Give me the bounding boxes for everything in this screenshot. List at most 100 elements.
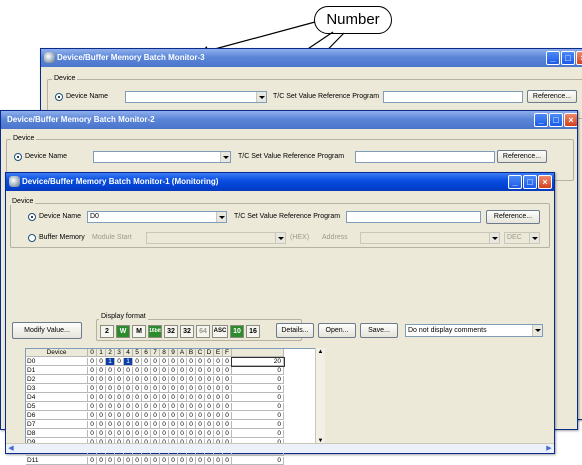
- bit-cell: 0: [187, 412, 196, 420]
- row-device-cell: D8: [26, 430, 88, 438]
- minimize-button[interactable]: _: [534, 113, 548, 127]
- title-bar[interactable]: Device/Buffer Memory Batch Monitor-3 _ □…: [41, 49, 582, 67]
- bit-cell: 0: [205, 412, 214, 420]
- close-button[interactable]: ×: [538, 175, 552, 189]
- minimize-button[interactable]: _: [508, 175, 522, 189]
- tc-program-field[interactable]: [383, 91, 523, 103]
- modify-value-button[interactable]: Modify Value...: [12, 322, 82, 339]
- fmt-word-button[interactable]: W: [116, 325, 130, 338]
- dropdown-arrow-icon[interactable]: [216, 212, 226, 222]
- buffer-memory-radio[interactable]: [28, 234, 36, 242]
- bit-cell: 0: [142, 394, 151, 402]
- tc-label: T/C Set Value Reference Program: [273, 93, 380, 100]
- device-name-input[interactable]: D0: [87, 211, 227, 223]
- dropdown-arrow-icon[interactable]: [275, 233, 285, 243]
- reference-button[interactable]: Reference...: [527, 90, 577, 103]
- window-horizontal-scrollbar[interactable]: ◀ ▶: [6, 443, 554, 453]
- bit-cell: 0: [142, 457, 151, 465]
- row-value-cell: 0: [232, 394, 284, 402]
- minimize-button[interactable]: _: [546, 51, 560, 65]
- fmt-multibit-button[interactable]: M: [132, 325, 146, 338]
- row-device-cell: D3: [26, 385, 88, 393]
- device-name-input[interactable]: [125, 91, 267, 103]
- bit-cell: 0: [88, 385, 97, 393]
- bit-cell: 0: [115, 412, 124, 420]
- bit-cell: 0: [151, 385, 160, 393]
- fmt-32bit-button[interactable]: 32: [164, 325, 178, 338]
- radix-select[interactable]: DEC: [504, 232, 540, 244]
- bit-cell: 0: [187, 394, 196, 402]
- row-value-cell: 0: [232, 430, 284, 438]
- fmt-32bit-float-button[interactable]: 32: [180, 325, 194, 338]
- module-start-input[interactable]: [146, 232, 286, 244]
- bit-cell: 0: [223, 367, 232, 375]
- bit-cell: 0: [160, 457, 169, 465]
- bit-cell: 0: [160, 358, 169, 366]
- close-button[interactable]: ×: [564, 113, 577, 127]
- device-grid: Device 0 1 2 3 4 5 6 7 8 9 A B C D E F D0 0 0 1 0 1 0 0 0 0 0 0 0 0 0 0 0…: [25, 348, 325, 465]
- bit-cell: 0: [88, 421, 97, 429]
- bit-cell: 0: [214, 358, 223, 366]
- tc-program-field[interactable]: [355, 151, 495, 163]
- comment-display-select[interactable]: Do not display comments: [405, 324, 543, 337]
- row-value-cell: 0: [232, 376, 284, 384]
- maximize-button[interactable]: □: [523, 175, 537, 189]
- fmt-64bit-button[interactable]: 64: [196, 325, 210, 338]
- fmt-decimal-button[interactable]: 10: [230, 325, 244, 338]
- close-button[interactable]: ×: [576, 51, 582, 65]
- bit-cell: 0: [214, 403, 223, 411]
- fmt-hex-button[interactable]: 16: [246, 325, 260, 338]
- dropdown-arrow-icon[interactable]: [256, 92, 266, 102]
- scroll-left-icon[interactable]: ◀: [6, 444, 16, 454]
- scroll-up-icon[interactable]: ▲: [316, 348, 325, 357]
- save-button[interactable]: Save...: [360, 323, 398, 338]
- bit-cell: 0: [124, 412, 133, 420]
- bit-cell: 0: [223, 457, 232, 465]
- bit-cell: 0: [88, 394, 97, 402]
- reference-button[interactable]: Reference...: [486, 210, 540, 224]
- bit-cell: 0: [223, 430, 232, 438]
- window-title: Device/Buffer Memory Batch Monitor-3: [57, 53, 205, 62]
- grid-vertical-scrollbar[interactable]: ▲ ▼: [315, 348, 325, 446]
- bit-cell: 0: [115, 358, 124, 366]
- bit-cell: 0: [169, 412, 178, 420]
- bit-cell: 0: [205, 358, 214, 366]
- reference-button[interactable]: Reference...: [497, 150, 547, 163]
- maximize-button[interactable]: □: [549, 113, 563, 127]
- fmt-binary-button[interactable]: 2: [100, 325, 114, 338]
- bit-cell: 0: [160, 403, 169, 411]
- fmt-ascii-button[interactable]: ASC: [212, 325, 228, 338]
- device-name-radio[interactable]: [28, 213, 36, 221]
- scroll-right-icon[interactable]: ▶: [544, 444, 554, 454]
- device-name-radio[interactable]: [14, 153, 22, 161]
- title-bar[interactable]: Device/Buffer Memory Batch Monitor-2 _ □…: [1, 111, 577, 129]
- group-label: Device: [10, 198, 36, 205]
- device-name-radio[interactable]: [55, 93, 63, 101]
- title-bar[interactable]: Device/Buffer Memory Batch Monitor-1 (Mo…: [6, 173, 554, 191]
- bit-cell: 0: [178, 358, 187, 366]
- bit-cell: 0: [88, 367, 97, 375]
- address-input[interactable]: [360, 232, 500, 244]
- column-header-bit: B: [187, 349, 196, 357]
- bit-cell: 0: [178, 403, 187, 411]
- details-button[interactable]: Details...: [276, 323, 314, 338]
- bit-cell: 0: [169, 376, 178, 384]
- fmt-16bit-button[interactable]: 16bit: [148, 325, 162, 338]
- bit-cell: 0: [205, 457, 214, 465]
- bit-cell: 0: [106, 412, 115, 420]
- dropdown-arrow-icon[interactable]: [532, 325, 542, 336]
- dropdown-arrow-icon[interactable]: [529, 233, 539, 243]
- bit-cell: 0: [160, 385, 169, 393]
- open-button[interactable]: Open...: [318, 323, 356, 338]
- maximize-button[interactable]: □: [561, 51, 575, 65]
- bit-cell: 0: [88, 457, 97, 465]
- dropdown-arrow-icon[interactable]: [220, 152, 230, 162]
- dropdown-arrow-icon[interactable]: [489, 233, 499, 243]
- bit-cell: 0: [196, 412, 205, 420]
- device-name-input[interactable]: [93, 151, 231, 163]
- bit-cell: 0: [124, 385, 133, 393]
- bit-cell: 0: [160, 430, 169, 438]
- bit-cell: 0: [97, 412, 106, 420]
- bit-cell: 0: [169, 403, 178, 411]
- tc-program-field[interactable]: [346, 211, 481, 223]
